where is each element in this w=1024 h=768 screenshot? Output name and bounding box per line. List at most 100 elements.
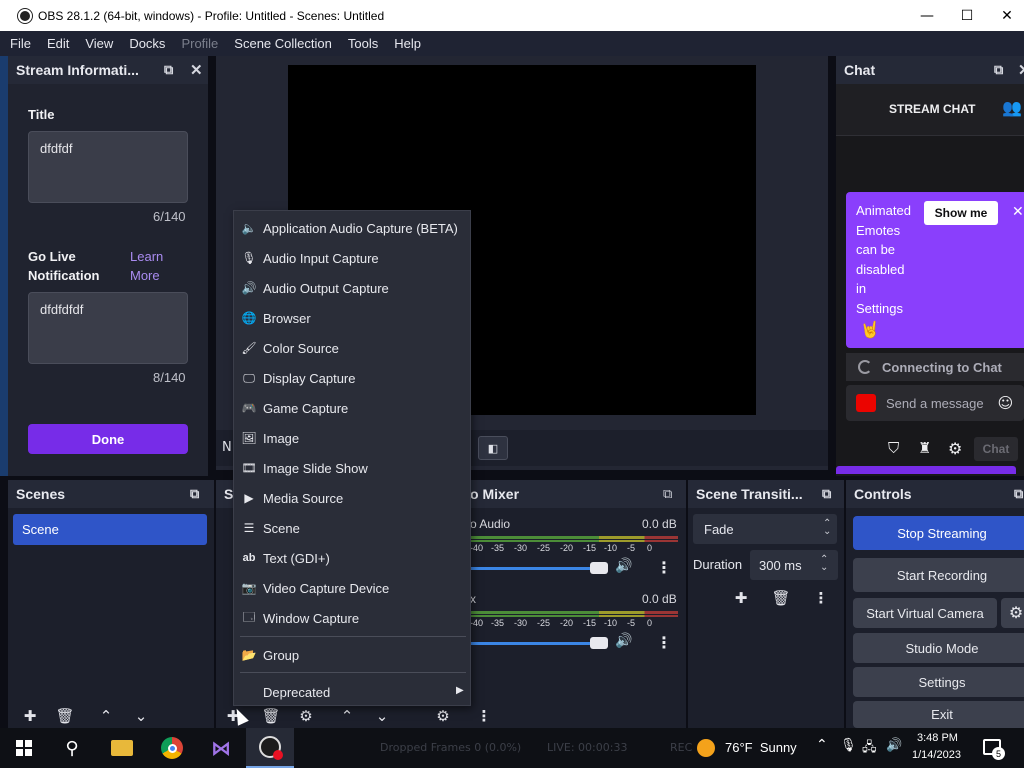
emoji-icon[interactable]: ☺ [998, 394, 1014, 412]
volume-handle[interactable] [590, 562, 608, 574]
chat-input[interactable]: Send a message ☺ [846, 385, 1024, 421]
exit-button[interactable]: Exit [853, 701, 1024, 728]
file-explorer-icon[interactable] [98, 728, 146, 768]
notification-input[interactable]: dfdfdfdf [28, 292, 188, 364]
obs-taskbar-icon[interactable] [246, 728, 294, 768]
microphone-icon: 🎙 [241, 251, 257, 265]
remove-transition-icon[interactable]: 🗑 [768, 587, 794, 609]
menu-item-text[interactable]: ab Text (GDI+) [234, 544, 470, 572]
done-button[interactable]: Done [28, 424, 188, 454]
menu-item-window-capture[interactable]: 🗔 Window Capture [234, 604, 470, 632]
chat-settings-icon[interactable]: ⚙ [948, 439, 962, 458]
move-down-icon[interactable]: ⌄ [128, 705, 154, 727]
virtual-camera-settings-icon[interactable]: ⚙ [1001, 598, 1024, 628]
stop-streaming-button[interactable]: Stop Streaming [853, 516, 1024, 550]
add-scene-icon[interactable]: ✚ [17, 705, 43, 727]
menu-file[interactable]: File [10, 36, 31, 51]
menu-item-scene[interactable]: ☰ Scene [234, 514, 470, 542]
visual-studio-icon[interactable]: ⋈ [197, 728, 245, 768]
start-virtual-camera-button[interactable]: Start Virtual Camera [853, 598, 997, 628]
menu-item-display-capture[interactable]: 🖵 Display Capture [234, 364, 470, 392]
more-options-icon[interactable]: ⋮ [656, 558, 672, 577]
menu-item-image[interactable]: 🖼 Image [234, 424, 470, 452]
show-me-button[interactable]: Show me [924, 201, 998, 225]
menu-profile[interactable]: Profile [181, 36, 218, 51]
duration-input[interactable]: 300 ms ⌃ ⌄ [750, 550, 838, 580]
float-icon[interactable]: ⧉ [994, 62, 1003, 78]
float-icon[interactable]: ⧉ [663, 486, 672, 502]
source-down-icon[interactable]: ⌄ [369, 705, 395, 727]
menu-item-group[interactable]: 📂 Group [234, 641, 470, 669]
mixer-menu-icon[interactable]: ⋮ [471, 705, 497, 727]
menu-item-app-audio[interactable]: 🔈 Application Audio Capture (BETA) [234, 214, 470, 242]
float-icon[interactable]: ⧉ [164, 62, 173, 78]
remove-scene-icon[interactable]: 🗑 [52, 705, 78, 727]
clock-date[interactable]: 1/14/2023 [912, 749, 961, 761]
float-icon[interactable]: ⧉ [190, 486, 199, 502]
menu-item-media-source[interactable]: ▶ Media Source [234, 484, 470, 512]
menu-item-deprecated[interactable]: Deprecated ▶ [234, 678, 470, 706]
emote-icon: 🤘 [860, 320, 880, 339]
more-options-icon[interactable]: ⋮ [656, 633, 672, 652]
studio-toggle-icon[interactable]: ◧ [478, 436, 508, 460]
clock-time[interactable]: 3:48 PM [917, 732, 958, 744]
learn-more-link-2[interactable]: More [130, 268, 160, 283]
menu-tools[interactable]: Tools [348, 36, 378, 51]
close-icon[interactable]: ✕ [190, 61, 203, 79]
meter-bar [470, 611, 678, 614]
rewards-icon[interactable]: ♜ [918, 439, 931, 457]
transition-menu-icon[interactable]: ⋮ [808, 587, 834, 609]
start-recording-button[interactable]: Start Recording [853, 558, 1024, 592]
menu-docks[interactable]: Docks [129, 36, 165, 51]
search-icon[interactable]: ⚲ [48, 728, 96, 768]
dismiss-icon[interactable]: ✕ [1012, 204, 1024, 220]
volume-icon[interactable]: 🔊 [886, 738, 902, 753]
menu-item-image-slide-show[interactable]: 🎞 Image Slide Show [234, 454, 470, 482]
shield-icon[interactable]: ⛉ [888, 439, 899, 457]
source-properties-icon[interactable]: ⚙ [293, 705, 319, 727]
title-input[interactable]: dfdfdf [28, 131, 188, 203]
studio-mode-button[interactable]: Studio Mode [853, 633, 1024, 663]
menu-view[interactable]: View [85, 36, 113, 51]
float-icon[interactable]: ⧉ [822, 486, 831, 502]
transition-select[interactable]: Fade ⌃ ⌄ [693, 514, 837, 544]
speaker-icon[interactable]: 🔊 [615, 633, 632, 649]
chrome-icon[interactable] [148, 728, 196, 768]
users-icon[interactable]: 👥 [1002, 98, 1022, 117]
menu-item-video-capture[interactable]: 📷 Video Capture Device [234, 574, 470, 602]
duration-label: Duration [693, 557, 743, 572]
float-icon[interactable]: ⧉ [1014, 486, 1023, 502]
menu-item-audio-output[interactable]: 🔊 Audio Output Capture [234, 274, 470, 302]
menu-help[interactable]: Help [394, 36, 421, 51]
volume-handle[interactable] [590, 637, 608, 649]
volume-slider[interactable] [470, 642, 608, 645]
add-transition-icon[interactable]: ✚ [728, 587, 754, 609]
microphone-icon[interactable]: 🎙 [840, 738, 857, 753]
menu-edit[interactable]: Edit [47, 36, 69, 51]
mixer-settings-icon[interactable]: ⚙ [430, 705, 456, 727]
menu-item-audio-input[interactable]: 🎙 Audio Input Capture [234, 244, 470, 272]
close-icon[interactable]: ✕ [1018, 61, 1024, 79]
accent-strip [836, 466, 1016, 474]
settings-button[interactable]: Settings [853, 667, 1024, 697]
image-icon: 🖼 [241, 431, 257, 445]
menu-item-game-capture[interactable]: 🎮 Game Capture [234, 394, 470, 422]
source-up-icon[interactable]: ⌃ [334, 705, 360, 727]
menu-bar: File Edit View Docks Profile Scene Colle… [0, 31, 1024, 56]
scene-item[interactable]: Scene [13, 514, 207, 545]
spin-icon[interactable]: ⌃ ⌄ [820, 555, 828, 573]
network-icon[interactable]: 🖧 [862, 738, 877, 760]
move-up-icon[interactable]: ⌃ [93, 705, 119, 727]
menu-item-browser[interactable]: 🌐 Browser [234, 304, 470, 332]
weather-text[interactable]: 76°F Sunny [725, 740, 797, 755]
start-button[interactable] [0, 728, 48, 768]
chevron-up-icon[interactable]: ⌃ [816, 737, 828, 753]
menu-scene-collection[interactable]: Scene Collection [234, 36, 332, 51]
chat-send-button[interactable]: Chat [974, 437, 1018, 461]
remove-source-icon[interactable]: 🗑 [258, 705, 284, 727]
speaker-icon[interactable]: 🔊 [615, 558, 632, 574]
learn-more-link[interactable]: Learn [130, 249, 163, 264]
close-button[interactable]: ✕ [984, 0, 1024, 31]
volume-slider[interactable] [470, 567, 608, 570]
menu-item-color-source[interactable]: 🖌 Color Source [234, 334, 470, 362]
